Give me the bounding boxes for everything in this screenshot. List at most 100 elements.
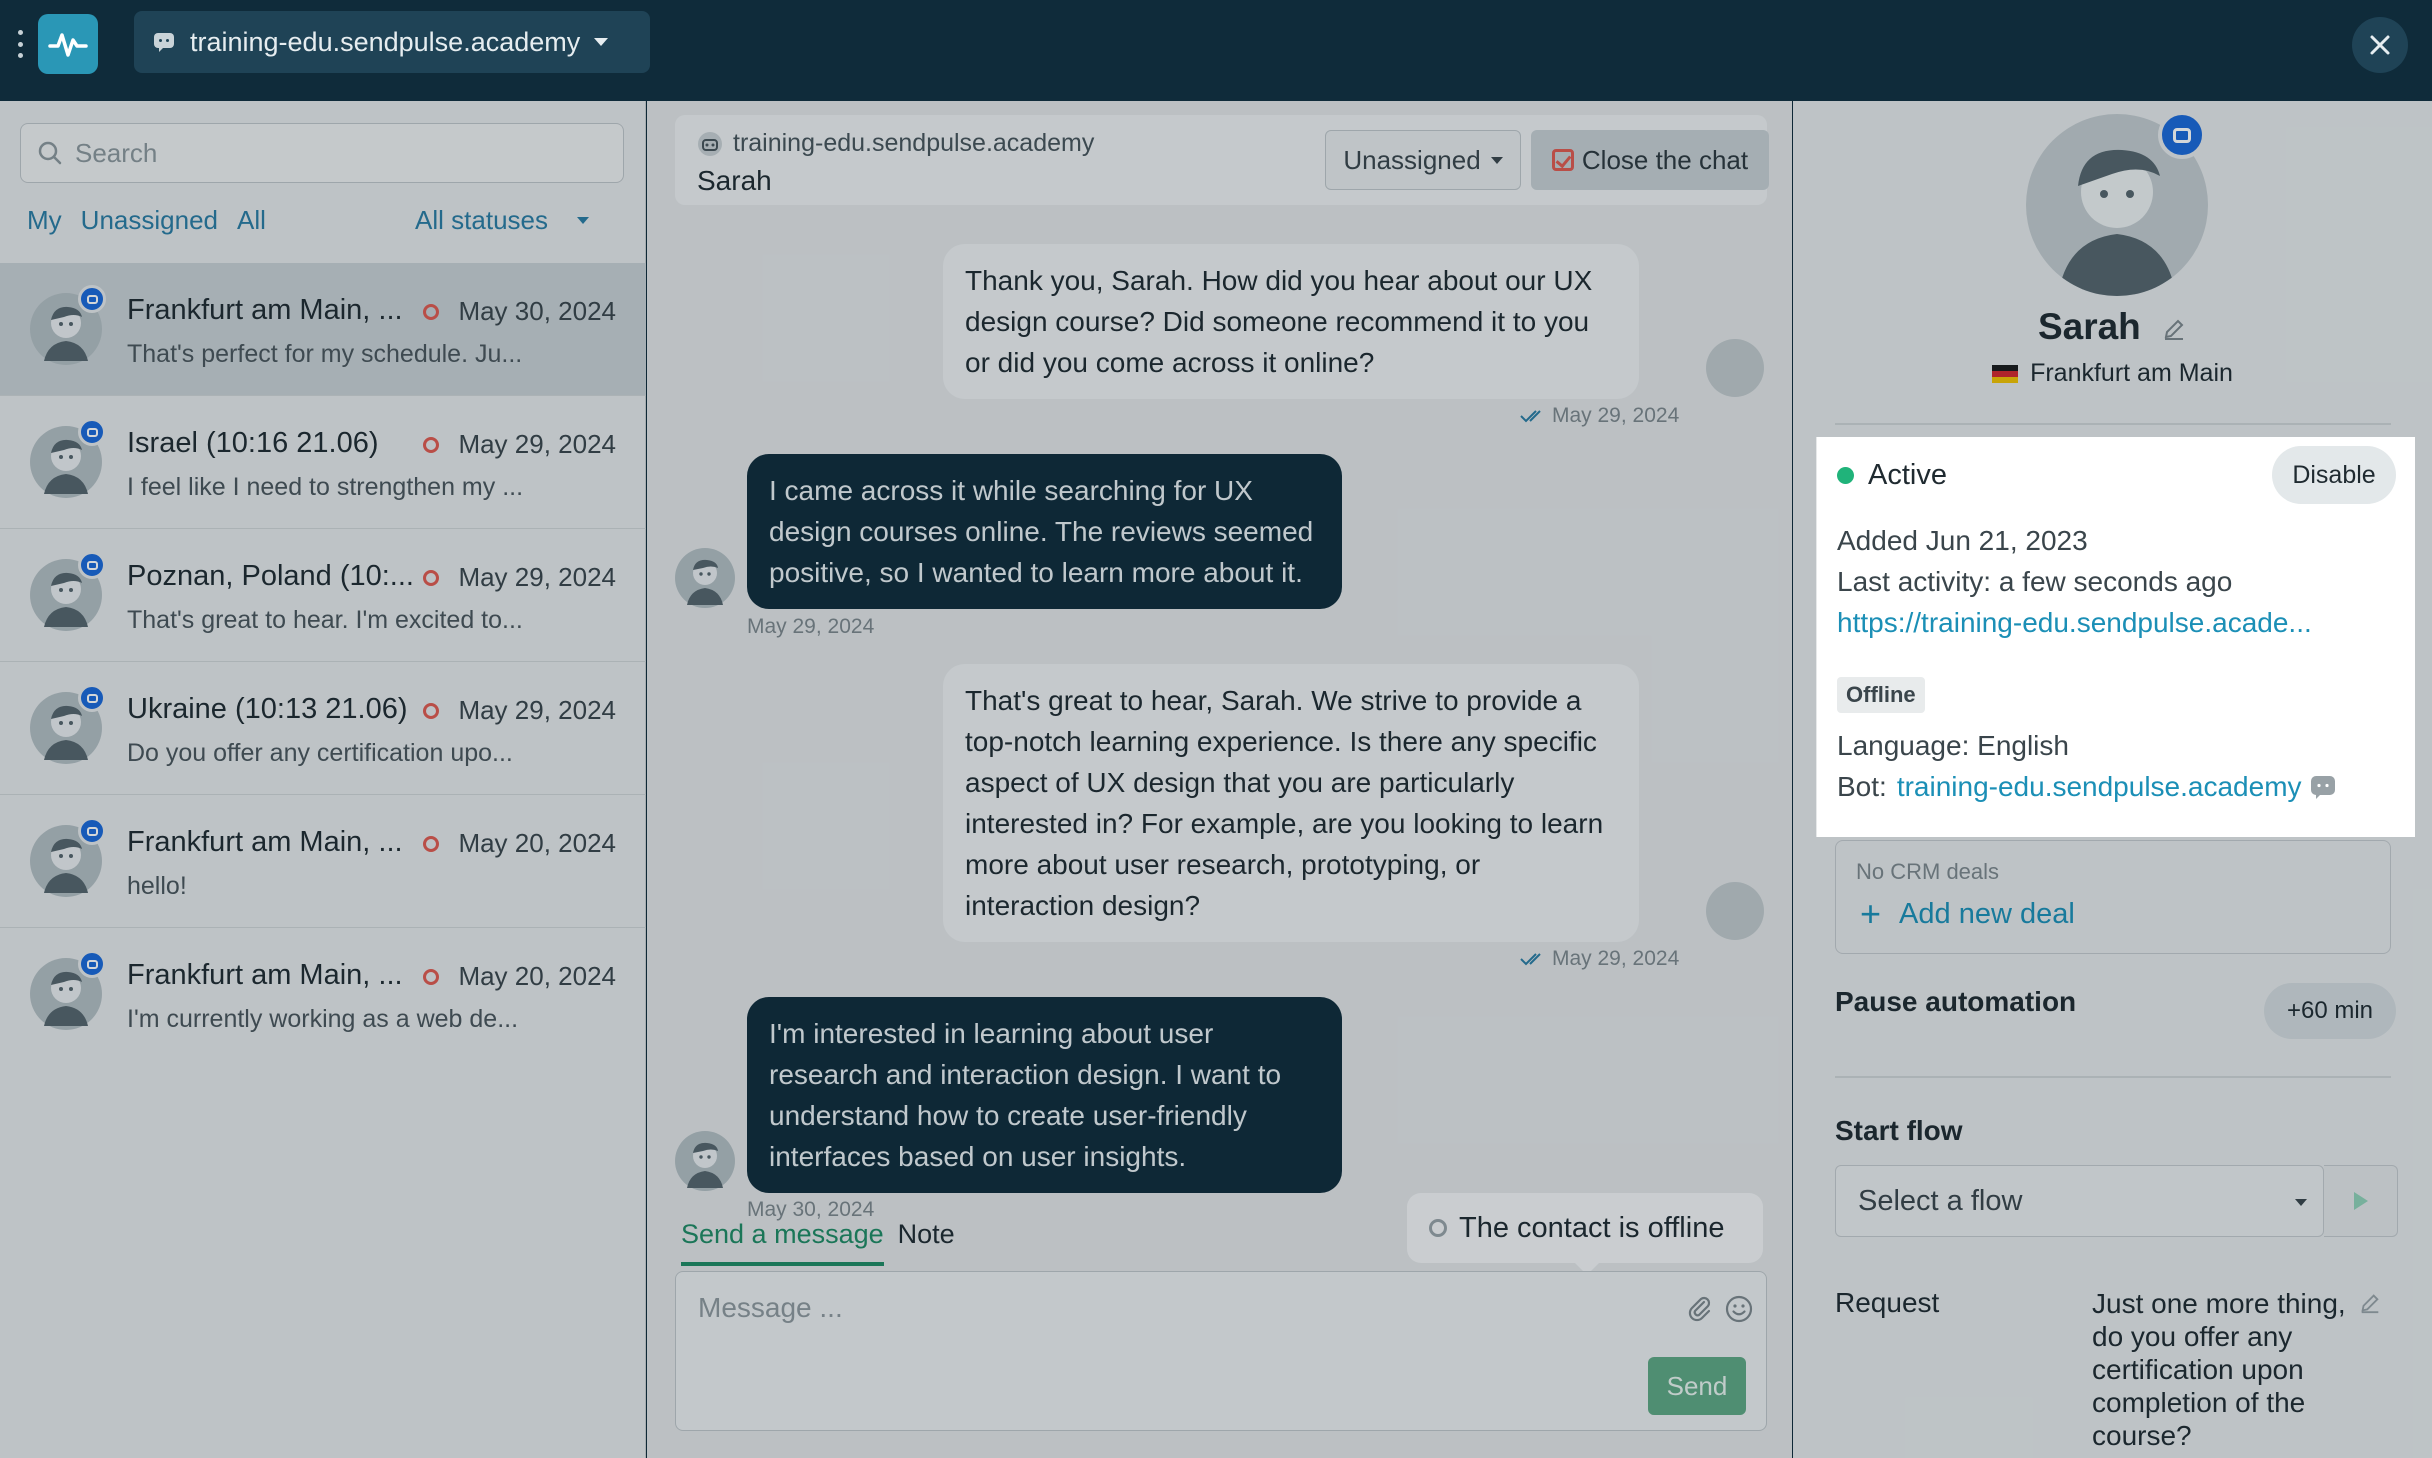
filter-unassigned[interactable]: Unassigned	[81, 205, 218, 236]
more-menu-icon[interactable]	[14, 30, 26, 58]
contact-offline-tooltip: The contact is offline	[1407, 1193, 1763, 1275]
read-ticks-icon	[1520, 953, 1541, 966]
conversation-date: May 20, 2024	[458, 961, 616, 991]
pause-duration-button[interactable]: +60 min	[2264, 983, 2396, 1039]
conversation-preview: That's great to hear. I'm excited to...	[127, 606, 523, 634]
conversation-item[interactable]: Ukraine (10:13 21.06) May 29, 2024 Do yo…	[0, 662, 646, 795]
chevron-down-icon	[594, 38, 609, 46]
avatar	[675, 1131, 735, 1191]
conversation-preview: I feel like I need to strengthen my ...	[127, 473, 524, 501]
offline-status-icon	[423, 437, 439, 453]
chat-header: training-edu.sendpulse.academy Sarah Una…	[675, 115, 1769, 205]
conversation-date: May 29, 2024	[458, 562, 616, 592]
add-deal-button[interactable]: + Add new deal	[1860, 896, 2075, 932]
added-date: Added Jun 21, 2023	[1837, 525, 2088, 556]
search-input[interactable]: Search	[20, 123, 624, 183]
bot-link[interactable]: training-edu.sendpulse.academy	[1897, 771, 2302, 803]
play-icon	[2353, 1192, 2368, 1210]
conversation-item[interactable]: Israel (10:16 21.06) May 29, 2024 I feel…	[0, 396, 646, 529]
contact-name: Sarah	[1793, 306, 2432, 348]
edit-icon[interactable]	[2161, 316, 2187, 342]
message-bubble-outgoing: That's great to hear, Sarah. We strive t…	[943, 664, 1639, 942]
offline-notice-text: The contact is offline	[1459, 1211, 1725, 1244]
contact-name-text: Sarah	[2037, 306, 2141, 347]
status-filter-dropdown[interactable]: All statuses	[415, 205, 608, 236]
active-status-icon	[1837, 467, 1854, 484]
search-icon	[38, 141, 62, 165]
composer-tabs: Send a message Note	[681, 1219, 955, 1266]
conversation-name: Poznan, Poland (10:...	[127, 560, 414, 592]
contact-location-text: Frankfurt am Main	[2030, 359, 2233, 387]
offline-status-icon	[423, 703, 439, 719]
message-meta: May 29, 2024	[1520, 947, 1679, 971]
message-meta: May 29, 2024	[1520, 404, 1679, 428]
bot-selector[interactable]: training-edu.sendpulse.academy	[134, 11, 650, 73]
offline-status-icon	[423, 836, 439, 852]
chevron-down-icon	[2295, 1199, 2307, 1206]
offline-status-icon	[423, 304, 439, 320]
contact-location: Frankfurt am Main	[1793, 359, 2432, 388]
conversation-name: Israel (10:16 21.06)	[127, 427, 379, 459]
germany-flag-icon	[1992, 364, 2019, 383]
close-icon[interactable]	[2352, 17, 2408, 73]
run-flow-button[interactable]	[2324, 1165, 2398, 1237]
flow-select-placeholder: Select a flow	[1858, 1184, 2023, 1217]
offline-status-icon	[1429, 1219, 1447, 1237]
conversation-preview: Do you offer any certification upo...	[127, 739, 513, 767]
chevron-down-icon	[577, 217, 589, 224]
bot-row: Bot: training-edu.sendpulse.academy	[1837, 771, 2336, 803]
pause-automation-label: Pause automation	[1835, 986, 2077, 1017]
bot-icon	[698, 131, 722, 156]
conversation-item[interactable]: Poznan, Poland (10:... May 29, 2024 That…	[0, 529, 646, 662]
chat-channel-icon	[2158, 111, 2206, 159]
emoji-icon[interactable]	[1724, 1294, 1754, 1324]
conversation-item[interactable]: Frankfurt am Main, ... May 30, 2024 That…	[0, 263, 646, 396]
message-date: May 29, 2024	[747, 615, 875, 638]
crm-empty-text: No CRM deals	[1856, 859, 2000, 884]
message-date: May 29, 2024	[1552, 404, 1680, 427]
attachment-icon[interactable]	[1686, 1294, 1714, 1322]
source-url-link[interactable]: https://training-edu.sendpulse.acade...	[1837, 607, 2312, 639]
plus-icon: +	[1860, 893, 1882, 934]
divider	[1835, 1076, 2391, 1078]
chat-channel-icon	[78, 285, 106, 313]
conversation-item[interactable]: Frankfurt am Main, ... May 20, 2024 I'm …	[0, 928, 646, 1061]
disable-button[interactable]: Disable	[2272, 446, 2396, 504]
search-placeholder: Search	[75, 137, 158, 168]
chat-channel-icon	[78, 551, 106, 579]
message-bubble-outgoing: Thank you, Sarah. How did you hear about…	[943, 244, 1639, 399]
tab-note[interactable]: Note	[898, 1219, 955, 1266]
chat-panel: training-edu.sendpulse.academy Sarah Una…	[647, 101, 1792, 1458]
conversation-item[interactable]: Frankfurt am Main, ... May 20, 2024 hell…	[0, 795, 646, 928]
divider	[1835, 423, 2391, 425]
last-activity: Last activity: a few seconds ago	[1837, 566, 2233, 597]
conversation-date: May 29, 2024	[458, 695, 616, 725]
message-bubble-incoming: I came across it while searching for UX …	[747, 454, 1342, 609]
message-input[interactable]: Message ...	[675, 1271, 1767, 1431]
edit-icon[interactable]	[2358, 1291, 2382, 1315]
start-flow-label: Start flow	[1835, 1115, 1963, 1146]
assignee-label: Unassigned	[1343, 144, 1481, 175]
filter-my[interactable]: My	[27, 205, 62, 236]
top-bar: training-edu.sendpulse.academy	[0, 0, 2432, 101]
message-date: May 29, 2024	[1552, 947, 1680, 970]
app-logo[interactable]	[38, 14, 98, 74]
chevron-down-icon	[1490, 156, 1503, 164]
send-button[interactable]: Send	[1648, 1357, 1746, 1415]
conversation-preview: I'm currently working as a web de...	[127, 1005, 519, 1033]
assignee-dropdown[interactable]: Unassigned	[1325, 130, 1521, 190]
flow-select[interactable]: Select a flow	[1835, 1165, 2324, 1237]
conversation-preview: That's perfect for my schedule. Ju...	[127, 340, 523, 368]
chat-channel-icon	[78, 817, 106, 845]
chat-channel-icon	[78, 684, 106, 712]
conversation-date: May 30, 2024	[458, 296, 616, 326]
chat-contact-name: Sarah	[697, 165, 772, 196]
tab-send-message[interactable]: Send a message	[681, 1219, 884, 1266]
offline-status-icon	[423, 969, 439, 985]
conversation-date: May 29, 2024	[458, 429, 616, 459]
subscription-status: Active	[1837, 459, 1947, 492]
filter-all[interactable]: All	[237, 205, 266, 236]
message-placeholder: Message ...	[698, 1292, 843, 1323]
agent-avatar	[1706, 339, 1764, 397]
close-chat-button[interactable]: Close the chat	[1531, 130, 1769, 190]
